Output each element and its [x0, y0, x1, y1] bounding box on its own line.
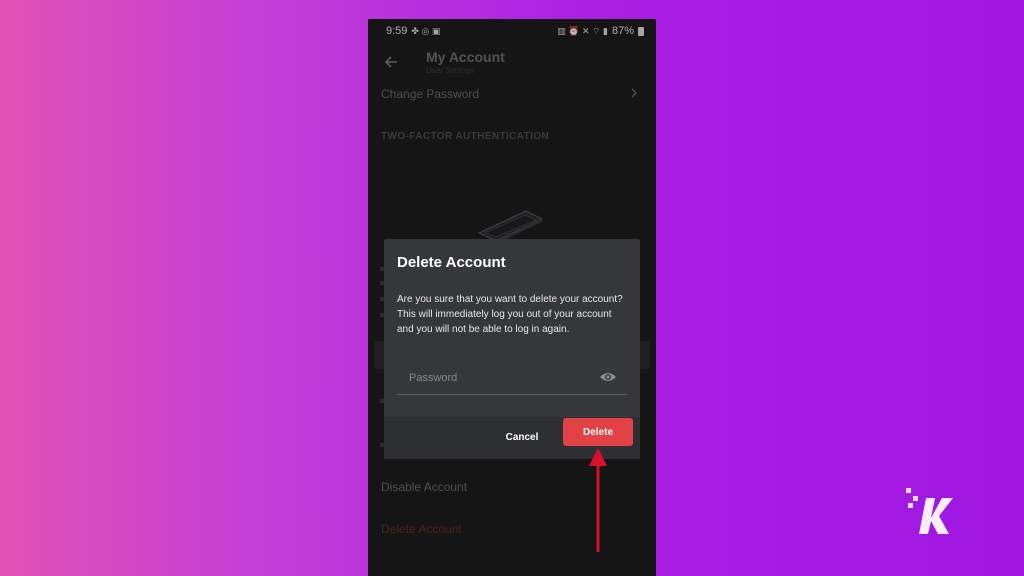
password-field: [397, 363, 627, 395]
annotation-arrow-icon: [589, 448, 607, 552]
delete-account-dialog: Delete Account Are you sure that you wan…: [384, 239, 640, 459]
dialog-title: Delete Account: [397, 254, 506, 271]
brand-logo-icon: [906, 488, 953, 534]
delete-button[interactable]: Delete: [563, 418, 633, 446]
cancel-button[interactable]: Cancel: [494, 423, 550, 451]
phone-screen: 9:59 ✤ ◎ ▣ ▥ ⏰ ✕ ⌔ ▮ 87% My Account User…: [368, 19, 656, 576]
dialog-message: Are you sure that you want to delete you…: [397, 294, 623, 335]
password-input[interactable]: [397, 363, 597, 393]
eye-icon[interactable]: [599, 370, 617, 384]
